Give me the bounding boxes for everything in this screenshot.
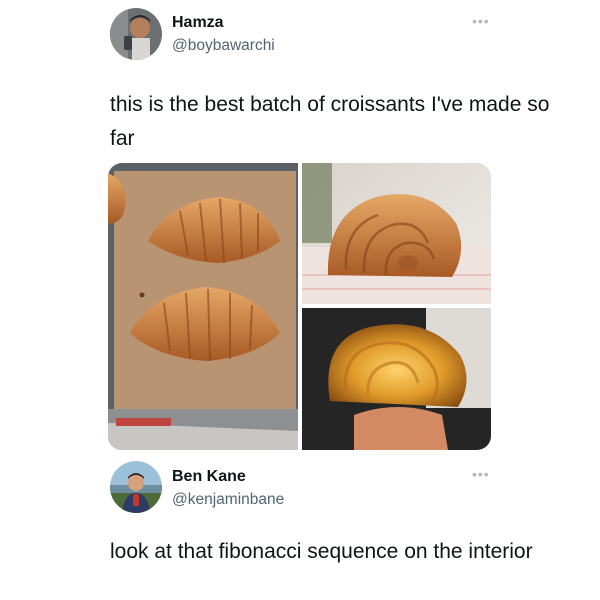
author-handle[interactable]: @kenjaminbane [172, 491, 284, 509]
tweet-reply: Ben Kane @kenjaminbane ••• look at that … [0, 455, 600, 600]
tweet-original: Hamza @boybawarchi ••• this is the best … [0, 0, 600, 455]
reply-text: look at that fibonacci sequence on the i… [110, 540, 533, 563]
avatar[interactable] [110, 461, 162, 513]
author-name[interactable]: Ben Kane [172, 468, 246, 486]
more-horizontal-icon[interactable]: ••• [472, 14, 490, 28]
croissants-on-baking-tray[interactable] [108, 163, 298, 450]
tweet-text: this is the best batch of croissants I'v… [110, 93, 550, 150]
croissant-side-view[interactable] [302, 163, 491, 304]
more-horizontal-icon[interactable]: ••• [472, 467, 490, 481]
author-handle[interactable]: @boybawarchi [172, 37, 275, 55]
avatar[interactable] [110, 8, 162, 60]
author-name[interactable]: Hamza [172, 14, 224, 32]
tweet-media-grid[interactable] [108, 163, 491, 450]
croissant-backlit-cross-section[interactable] [302, 308, 491, 450]
